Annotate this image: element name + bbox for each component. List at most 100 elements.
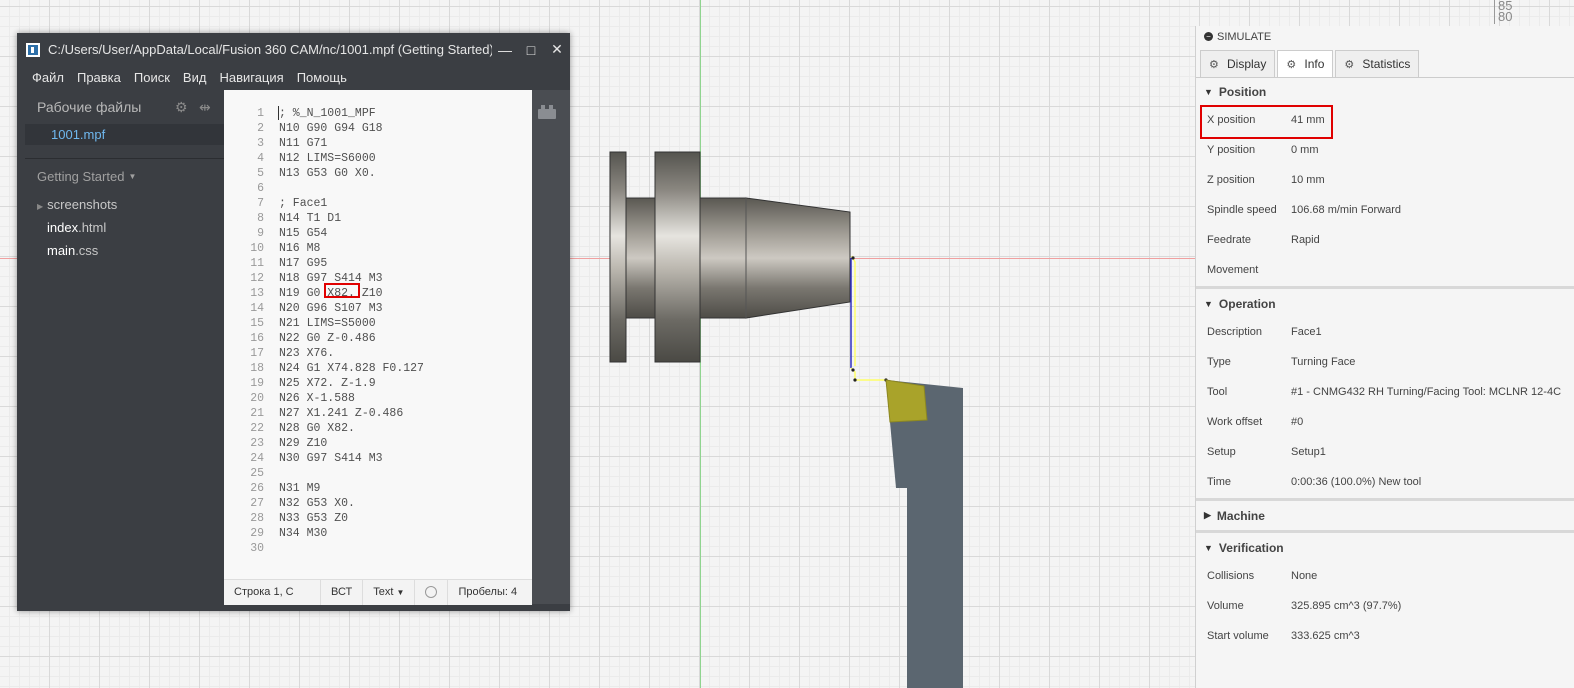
line-number: 29: [250, 527, 264, 540]
menu-file[interactable]: Файл: [32, 70, 64, 85]
code-line[interactable]: 8 N14 T1 D1: [224, 211, 488, 226]
code-line[interactable]: 28 N33 G53 Z0: [224, 511, 488, 526]
tab-info-label: Info: [1304, 57, 1325, 71]
code-line[interactable]: 19 N25 X72. Z-1.9: [224, 376, 488, 391]
tab-display[interactable]: ⚙ Display: [1200, 50, 1276, 77]
property-label: Movement: [1207, 264, 1259, 276]
property-row: Start volume 333.625 cm^3: [1196, 621, 1574, 651]
line-text: N30 G97 S414 M3: [279, 452, 383, 465]
code-line[interactable]: 5 N13 G53 G0 X0.: [224, 166, 488, 181]
code-line[interactable]: 1 ; %_N_1001_MPF: [224, 106, 488, 121]
section-title: Position: [1218, 84, 1267, 99]
triangle-right-icon: ▶: [1204, 510, 1211, 520]
line-number: 27: [250, 497, 264, 510]
section-operation[interactable]: ▼ Operation: [1196, 290, 1574, 317]
tree-file-main[interactable]: main.css: [25, 239, 224, 262]
code-line[interactable]: 9 N15 G54: [224, 226, 488, 241]
property-value: 333.625 cm^3: [1291, 630, 1360, 642]
section-position[interactable]: ▼ Position: [1196, 78, 1574, 105]
folder-collapsed-icon: ▶: [37, 202, 44, 211]
code-editor-pane[interactable]: 1; %_N_1001_MPF 2 N10 G90 G94 G18 3 N11 G71 4…: [224, 90, 532, 604]
line-number: 11: [250, 257, 264, 270]
line-text: N34 M30: [279, 527, 328, 540]
collapse-panel-icon[interactable]: −: [1204, 32, 1213, 41]
line-number: 28: [250, 512, 264, 525]
tree-folder-screenshots[interactable]: ▶ screenshots: [25, 193, 224, 216]
chevron-down-icon: ▼: [396, 588, 405, 597]
property-row: Description Face1: [1196, 317, 1574, 347]
language-select[interactable]: Text ▼: [363, 580, 416, 605]
code-line[interactable]: 14 N20 G96 S107 M3: [224, 301, 488, 316]
line-number: 10: [250, 242, 264, 255]
code-editor-window[interactable]: C:/Users/User/AppData/Local/Fusion 360 C…: [17, 33, 570, 611]
code-line[interactable]: 16 N22 G0 Z-0.486: [224, 331, 488, 346]
tool-holder: [886, 380, 963, 688]
code-line[interactable]: 20 N26 X-1.588: [224, 391, 488, 406]
section-verification[interactable]: ▼ Verification: [1196, 534, 1574, 561]
menu-view[interactable]: Вид: [183, 70, 207, 85]
code-line[interactable]: 17 N23 X76.: [224, 346, 488, 361]
maximize-icon[interactable]: □: [518, 42, 544, 58]
line-number: 13: [250, 287, 264, 300]
tree-file-index[interactable]: index.html: [25, 216, 224, 239]
info-icon: ⚙: [1286, 58, 1297, 71]
code-line[interactable]: 15 N21 LIMS=S5000: [224, 316, 488, 331]
code-lines: 1; %_N_1001_MPF 2 N10 G90 G94 G18 3 N11 G71 4…: [224, 106, 488, 556]
tab-statistics[interactable]: ⚙ Statistics: [1335, 50, 1420, 77]
line-text: N23 X76.: [279, 347, 335, 360]
extension-manager-icon[interactable]: [538, 105, 556, 119]
chuck-flange-left: [609, 151, 627, 363]
split-view-icon[interactable]: ⇹: [199, 99, 211, 116]
code-line[interactable]: 11 N17 G95: [224, 256, 488, 271]
line-number: 6: [257, 182, 264, 195]
property-value: 10 mm: [1291, 174, 1325, 186]
project-dropdown[interactable]: Getting Started ▼: [25, 159, 224, 193]
working-file-item[interactable]: 1001.mpf: [25, 124, 224, 145]
code-line[interactable]: 29 N34 M30: [224, 526, 488, 541]
line-number: 16: [250, 332, 264, 345]
menu-edit[interactable]: Правка: [77, 70, 121, 85]
code-line[interactable]: 4 N12 LIMS=S6000: [224, 151, 488, 166]
code-line[interactable]: 6: [224, 181, 488, 196]
property-value: 0 mm: [1291, 144, 1319, 156]
code-line[interactable]: 7 ; Face1: [224, 196, 488, 211]
triangle-down-icon: ▼: [1204, 86, 1213, 97]
tab-info[interactable]: ⚙ Info: [1277, 50, 1334, 77]
code-line[interactable]: 10 N16 M8: [224, 241, 488, 256]
code-line[interactable]: 27 N32 G53 X0.: [224, 496, 488, 511]
menu-navigate[interactable]: Навигация: [219, 70, 283, 85]
code-line[interactable]: 24 N30 G97 S414 M3: [224, 451, 488, 466]
code-line[interactable]: 3 N11 G71: [224, 136, 488, 151]
code-line[interactable]: 18 N24 G1 X74.828 F0.127: [224, 361, 488, 376]
code-line[interactable]: 2 N10 G90 G94 G18: [224, 121, 488, 136]
menu-help[interactable]: Помощь: [297, 70, 347, 85]
indent-setting[interactable]: Пробелы: 4: [448, 580, 527, 605]
workpiece-body: [699, 197, 747, 319]
line-number: 2: [257, 122, 264, 135]
menu-find[interactable]: Поиск: [134, 70, 170, 85]
code-line[interactable]: 26 N31 M9: [224, 481, 488, 496]
code-line[interactable]: 21 N27 X1.241 Z-0.486: [224, 406, 488, 421]
lint-status[interactable]: [415, 580, 449, 605]
chuck-hub: [625, 197, 656, 319]
editor-titlebar[interactable]: C:/Users/User/AppData/Local/Fusion 360 C…: [17, 33, 570, 66]
working-files-label: Рабочие файлы: [37, 99, 142, 115]
minimize-icon[interactable]: —: [492, 42, 518, 58]
gear-icon[interactable]: ⚙: [175, 99, 188, 116]
property-value: Rapid: [1291, 234, 1320, 246]
code-line[interactable]: 30: [224, 541, 488, 556]
property-label: Feedrate: [1207, 234, 1252, 246]
insert-mode[interactable]: ВСТ: [321, 580, 364, 605]
property-value: Turning Face: [1291, 356, 1356, 368]
tool-insert: [885, 379, 928, 423]
property-label: Type: [1207, 356, 1231, 368]
code-line[interactable]: 22 N28 G0 X82.: [224, 421, 488, 436]
code-line[interactable]: 25: [224, 466, 488, 481]
tree-item-label: screenshots: [47, 197, 118, 212]
line-number: 21: [250, 407, 264, 420]
close-icon[interactable]: ✕: [544, 41, 570, 58]
line-number: 7: [257, 197, 264, 210]
code-line[interactable]: 23 N29 Z10: [224, 436, 488, 451]
section-machine[interactable]: ▶ Machine: [1196, 502, 1574, 529]
lint-circle-icon: [425, 586, 438, 599]
